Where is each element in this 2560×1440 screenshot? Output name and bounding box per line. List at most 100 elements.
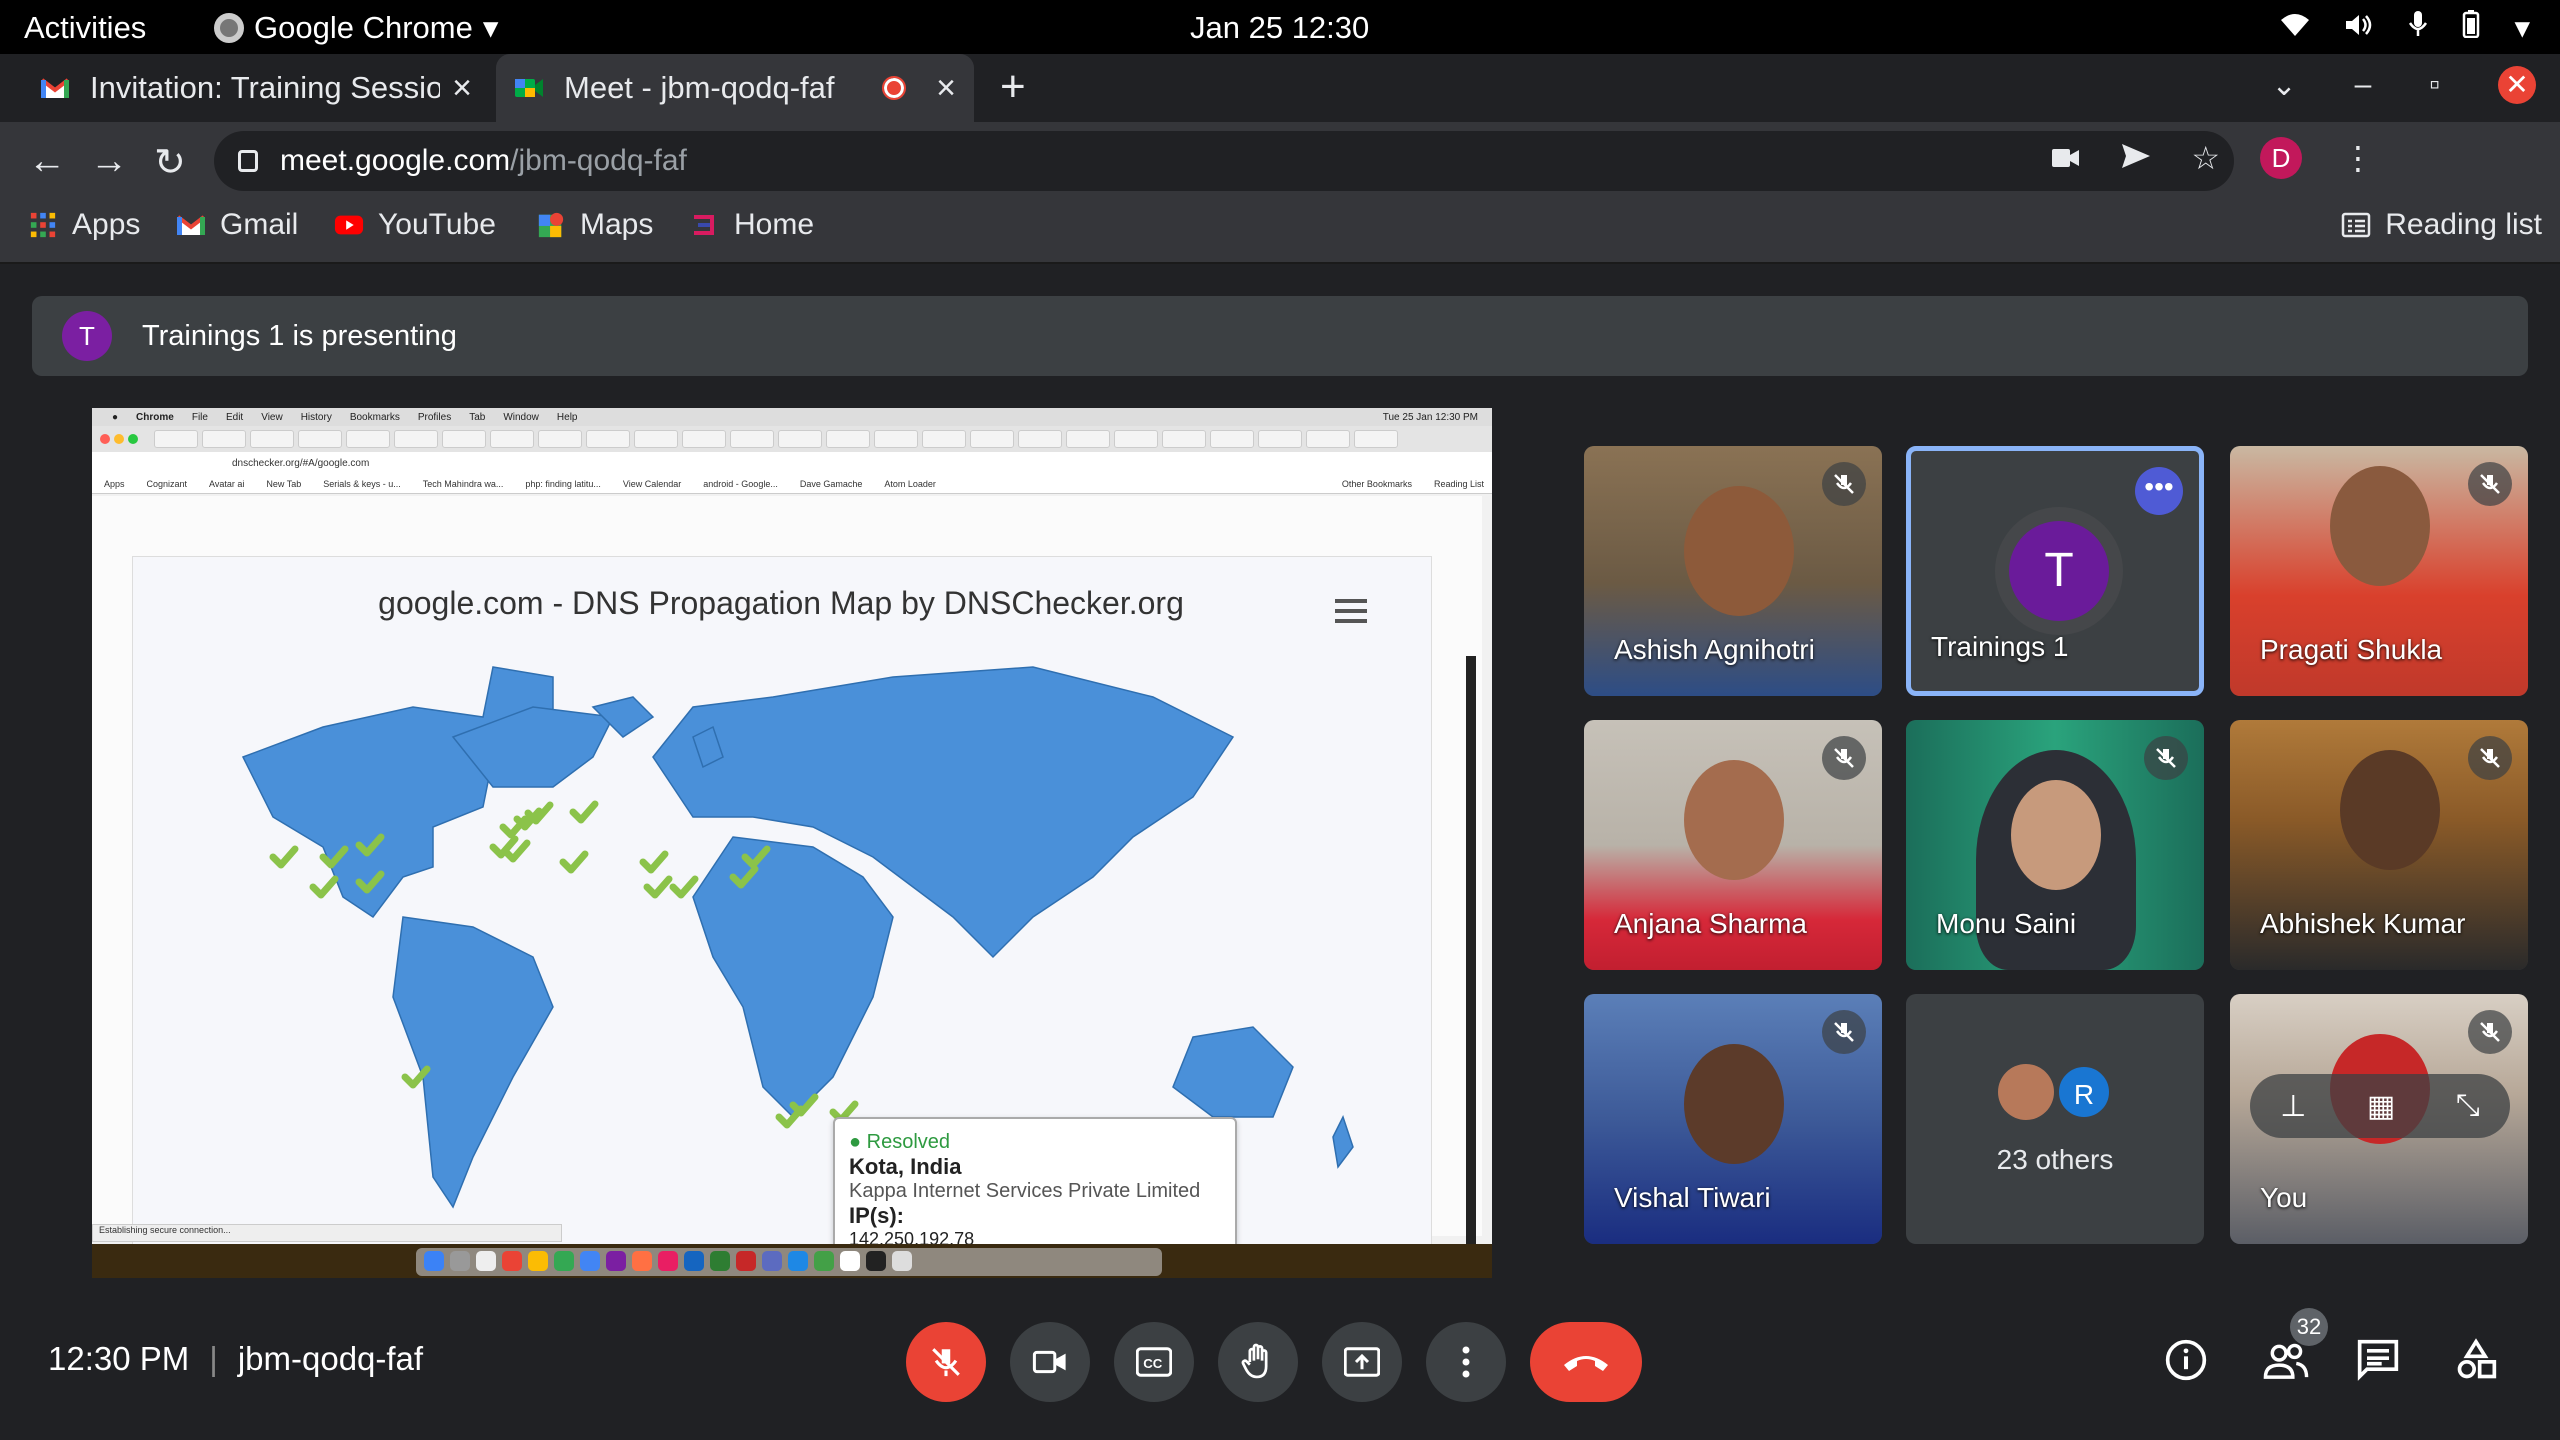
participant-tile[interactable]: Monu Saini bbox=[1906, 720, 2204, 970]
system-clock[interactable]: Jan 25 12:30 bbox=[1190, 10, 1369, 46]
participant-tile[interactable]: Anjana Sharma bbox=[1584, 720, 1882, 970]
pin-icon[interactable]: ⊥ bbox=[2280, 1089, 2306, 1124]
participant-name: Anjana Sharma bbox=[1614, 908, 1808, 939]
mac-menu-item: Tab bbox=[469, 411, 486, 423]
captions-button[interactable]: CC bbox=[1114, 1322, 1194, 1402]
mac-tab bbox=[730, 430, 774, 448]
lock-icon[interactable] bbox=[238, 150, 258, 172]
bookmark-maps[interactable]: Maps bbox=[536, 208, 653, 242]
leave-call-button[interactable] bbox=[1530, 1322, 1642, 1402]
page-scrollbar bbox=[1466, 656, 1476, 1256]
mac-menu-item: History bbox=[300, 411, 332, 423]
participant-tile[interactable]: Abhishek Kumar bbox=[2230, 720, 2528, 970]
mac-bookmarks-bar: Apps Cognizant Avatar ai New Tab Serials… bbox=[92, 474, 1492, 494]
shared-screen[interactable]: ● Chrome File Edit View History Bookmark… bbox=[92, 408, 1492, 1278]
chat-icon bbox=[2357, 1339, 2399, 1381]
mac-menu-item: Bookmarks bbox=[349, 411, 400, 423]
mac-dock-area bbox=[92, 1244, 1492, 1278]
dock-app-icon bbox=[736, 1251, 756, 1271]
participant-tile[interactable]: Pragati Shukla bbox=[2230, 446, 2528, 696]
bookmark-youtube[interactable]: YouTube bbox=[334, 208, 496, 242]
more-options-button[interactable] bbox=[1426, 1322, 1506, 1402]
minimize-self-view-icon[interactable]: ⤡ bbox=[2456, 1089, 2480, 1123]
world-map bbox=[241, 666, 1354, 1209]
microphone-toggle-button[interactable] bbox=[906, 1322, 986, 1402]
address-bar[interactable]: meet.google.com/jbm-qodq-faf ☆ D ⋮ bbox=[214, 131, 2374, 191]
presenting-banner: T Trainings 1 is presenting bbox=[32, 296, 2528, 376]
activities-shapes-icon bbox=[2457, 1338, 2497, 1379]
reload-icon[interactable]: ↻ bbox=[154, 140, 186, 185]
mic-off-icon bbox=[932, 1348, 960, 1377]
participant-name: Ashish Agnihotri bbox=[1614, 634, 1815, 665]
close-window-icon[interactable]: ✕ bbox=[2498, 66, 2536, 104]
raise-hand-button[interactable] bbox=[1218, 1322, 1298, 1402]
youtube-icon bbox=[334, 215, 364, 235]
mac-tab bbox=[1114, 430, 1158, 448]
tab-meet[interactable]: Meet - jbm-qodq-faf × bbox=[496, 54, 974, 122]
forward-icon[interactable]: → bbox=[90, 140, 128, 183]
mac-tab bbox=[922, 430, 966, 448]
dock-app-icon bbox=[528, 1251, 548, 1271]
participant-tile-presenter[interactable]: ••• T Trainings 1 bbox=[1906, 446, 2204, 696]
person-silhouette bbox=[2340, 750, 2440, 870]
bookmark-home[interactable]: Home bbox=[690, 208, 814, 242]
tab-gmail-invitation[interactable]: Invitation: Training Sessio × bbox=[22, 54, 490, 122]
dock-app-icon bbox=[658, 1251, 678, 1271]
muted-mic-icon bbox=[1822, 1010, 1866, 1054]
meeting-details-button[interactable] bbox=[2164, 1338, 2208, 1387]
participant-tile[interactable]: Ashish Agnihotri bbox=[1584, 446, 1882, 696]
camera-toggle-button[interactable] bbox=[1010, 1322, 1090, 1402]
person-silhouette bbox=[1684, 760, 1784, 880]
dock-app-icon bbox=[502, 1251, 522, 1271]
dock-app-icon bbox=[632, 1251, 652, 1271]
present-screen-button[interactable] bbox=[1322, 1322, 1402, 1402]
hang-up-icon bbox=[1564, 1356, 1608, 1371]
mac-bookmark: Apps bbox=[104, 478, 125, 489]
restore-icon[interactable]: ▫ bbox=[2429, 68, 2440, 102]
mac-tab bbox=[682, 430, 726, 448]
participant-name: You bbox=[2260, 1182, 2308, 1213]
camera-in-use-icon[interactable] bbox=[2051, 140, 2081, 177]
muted-mic-icon bbox=[2468, 1010, 2512, 1054]
mac-clock: Tue 25 Jan 12:30 PM bbox=[1382, 411, 1478, 423]
new-tab-button[interactable]: + bbox=[1000, 62, 1026, 112]
profile-avatar[interactable]: D bbox=[2260, 137, 2302, 179]
mac-menu-item: Window bbox=[503, 411, 539, 423]
tab-search-icon[interactable]: ⌄ bbox=[2272, 68, 2297, 103]
mac-bookmark: Avatar ai bbox=[209, 478, 245, 489]
hand-icon bbox=[1241, 1343, 1268, 1379]
mac-close-dot bbox=[100, 434, 110, 444]
battery-icon bbox=[2462, 10, 2480, 46]
bookmark-apps[interactable]: Apps bbox=[28, 208, 140, 242]
mac-tab bbox=[202, 430, 246, 448]
system-top-bar: Activities Google Chrome ▾ Jan 25 12:30 … bbox=[0, 0, 2560, 54]
resolved-status: ● Resolved bbox=[849, 1131, 951, 1153]
dock-app-icon bbox=[840, 1251, 860, 1271]
minimize-icon[interactable]: – bbox=[2355, 68, 2372, 102]
mac-bookmark: php: finding latitu... bbox=[525, 478, 601, 489]
system-tray[interactable]: ▾ bbox=[2280, 10, 2530, 46]
apple-icon: ● bbox=[112, 411, 119, 423]
activities-button[interactable]: Activities bbox=[24, 10, 146, 46]
mac-menu-item: Edit bbox=[225, 411, 244, 423]
back-icon[interactable]: ← bbox=[28, 140, 66, 183]
chat-button[interactable] bbox=[2356, 1338, 2400, 1387]
bookmark-star-icon[interactable]: ☆ bbox=[2191, 139, 2220, 177]
close-tab-icon[interactable]: × bbox=[936, 69, 956, 108]
bookmark-gmail[interactable]: Gmail bbox=[176, 208, 298, 242]
send-tab-icon[interactable] bbox=[2121, 140, 2151, 177]
reading-list-button[interactable]: Reading list bbox=[2341, 208, 2542, 242]
others-count: 23 others bbox=[1996, 1144, 2114, 1175]
gmail-icon bbox=[40, 78, 70, 98]
others-tile[interactable]: R 23 others bbox=[1906, 994, 2204, 1244]
people-button[interactable] bbox=[2262, 1338, 2310, 1387]
more-options-icon[interactable]: ••• bbox=[2135, 467, 2183, 515]
hide-self-view-icon[interactable]: ▦ bbox=[2367, 1089, 2395, 1124]
self-view-tile[interactable]: ⊥ ▦ ⤡ You bbox=[2230, 994, 2528, 1244]
app-menu[interactable]: Google Chrome ▾ bbox=[214, 10, 498, 46]
activities-button[interactable] bbox=[2454, 1338, 2498, 1387]
participant-tile[interactable]: Vishal Tiwari bbox=[1584, 994, 1882, 1244]
close-tab-icon[interactable]: × bbox=[452, 69, 472, 108]
mac-bookmark: Tech Mahindra wa... bbox=[422, 478, 504, 489]
chrome-menu-icon[interactable]: ⋮ bbox=[2342, 139, 2374, 177]
